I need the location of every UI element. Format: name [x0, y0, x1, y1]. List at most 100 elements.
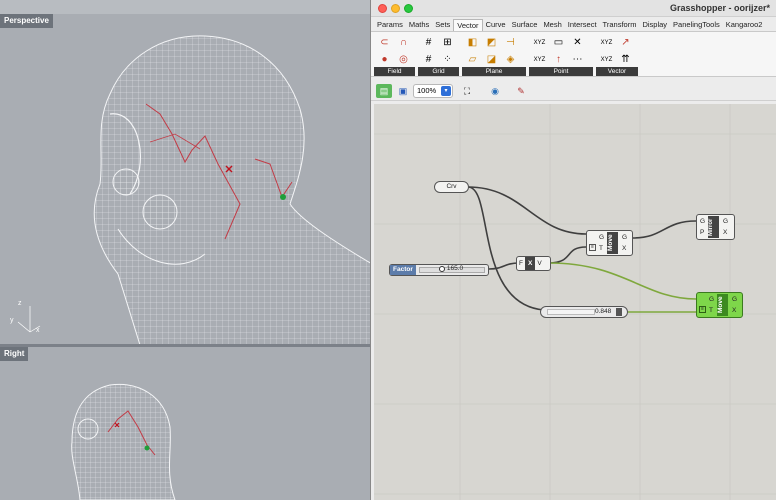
plane-offset-icon[interactable]: ◪	[483, 52, 500, 67]
zoom-value: 100%	[417, 86, 437, 95]
maximize-window-button[interactable]	[404, 4, 413, 13]
move1-title: Move	[607, 232, 618, 254]
mirror-input-p[interactable]: P	[700, 229, 704, 236]
field-point-icon[interactable]: ●	[376, 52, 393, 67]
viewport-title-perspective[interactable]: Perspective	[0, 14, 53, 28]
canvas-toolbar: ▤ ▣ 100% ▾ ⛶ ◉ ✎	[371, 81, 776, 101]
tab-mesh[interactable]: Mesh	[540, 19, 564, 31]
perspective-mesh-drawing: z y x	[10, 35, 372, 345]
move2-output-g[interactable]: G	[732, 296, 737, 303]
vector-2pt-icon[interactable]: ↗	[617, 35, 634, 50]
crv-param[interactable]: Crv	[434, 181, 469, 193]
mirror-component[interactable]: G P Mirror G X	[696, 214, 735, 240]
tab-curve[interactable]: Curve	[483, 19, 509, 31]
component-tab-bar: Params Maths Sets Vector Curve Surface M…	[371, 17, 776, 31]
tab-surface[interactable]: Surface	[509, 19, 541, 31]
point-distance-icon[interactable]: ✕	[569, 35, 586, 50]
grid-populate-icon[interactable]: ⁘	[439, 52, 456, 67]
viewport-right[interactable]	[0, 347, 372, 500]
tab-kangaroo2[interactable]: Kangaroo2	[723, 19, 766, 31]
ribbon-panel-field: ⊂ ∩ ● ◎ Field	[374, 34, 415, 76]
slider-track-2[interactable]	[547, 309, 595, 315]
preview-eye-icon[interactable]: ◉	[487, 84, 503, 98]
slider-knob-icon[interactable]	[438, 266, 445, 272]
window-title: Grasshopper - oorijzer*	[669, 3, 770, 13]
vector-xyz-icon[interactable]: XYZ	[598, 35, 615, 50]
field-spin-icon[interactable]: ◎	[395, 52, 412, 67]
tab-display[interactable]: Display	[639, 19, 670, 31]
number-slider-2[interactable]: 0.848	[540, 306, 628, 318]
move1-output-x[interactable]: X	[622, 245, 626, 252]
sketch-pen-icon[interactable]: ✎	[513, 84, 529, 98]
plane-xy-icon[interactable]: ▱	[464, 52, 481, 67]
plane-align-icon[interactable]: ◩	[483, 35, 500, 50]
zoom-select[interactable]: 100% ▾	[413, 84, 453, 98]
grasshopper-window: Grasshopper - oorijzer* Params Maths Set…	[370, 0, 776, 500]
mirror-output-g[interactable]: G	[723, 218, 728, 225]
point-cull-icon[interactable]: XYZ	[531, 52, 548, 67]
grasshopper-canvas[interactable]: Crv Factor 165.0 F X V G T Move G X ≡ G …	[374, 104, 776, 500]
axis-label-y: y	[10, 317, 14, 324]
viewport-title-right[interactable]: Right	[0, 347, 29, 361]
grid-hex-icon[interactable]: ⊞	[439, 35, 456, 50]
field-magnet-icon[interactable]: ⊂	[376, 35, 393, 50]
ribbon-panel-label: Plane	[462, 67, 526, 76]
move1-input-g[interactable]: G	[599, 234, 604, 241]
viewport-perspective[interactable]: z y x	[0, 14, 372, 345]
vector-amplitude-icon[interactable]: ⇈	[617, 52, 634, 67]
open-file-icon[interactable]: ▤	[376, 84, 392, 98]
tab-params[interactable]: Params	[374, 19, 406, 31]
slider-knob-icon[interactable]	[616, 308, 622, 316]
chevron-down-icon: ▾	[441, 86, 451, 96]
mirror-input-g[interactable]: G	[700, 218, 705, 225]
multiply-input-f[interactable]: F	[517, 260, 525, 267]
ribbon-panel-label: Vector	[596, 67, 638, 76]
multiply-title: X	[524, 257, 536, 270]
multiply-component[interactable]: F X V	[516, 256, 551, 271]
plane-origin-icon[interactable]: ◧	[464, 35, 481, 50]
minimize-window-button[interactable]	[391, 4, 400, 13]
axis-label-z: z	[18, 300, 22, 307]
close-window-button[interactable]	[378, 4, 387, 13]
move2-input-t[interactable]: T	[709, 307, 713, 314]
plane-normal-icon[interactable]: ⊣	[502, 35, 519, 50]
tab-transform[interactable]: Transform	[600, 19, 640, 31]
move2-input-g[interactable]: G	[709, 296, 714, 303]
slider-track[interactable]: 165.0	[418, 265, 485, 273]
tab-panelingtools[interactable]: PanelingTools	[670, 19, 723, 31]
vector-decompose-icon[interactable]: XYZ	[598, 52, 615, 67]
grid-rect-icon[interactable]: #	[420, 52, 437, 67]
point-decompose-icon[interactable]: XYZ	[531, 35, 548, 50]
graft-icon: ≡	[699, 306, 706, 313]
plane-rotate-icon[interactable]: ◈	[502, 52, 519, 67]
tab-maths[interactable]: Maths	[406, 19, 432, 31]
multiply-output-v[interactable]: V	[535, 260, 543, 267]
crv-label: Crv	[446, 183, 457, 190]
move-component-2[interactable]: G T Move G X ≡	[696, 292, 743, 318]
factor-label: Factor	[390, 265, 416, 275]
point-project-icon[interactable]: ↑	[550, 52, 567, 67]
move-component-1[interactable]: G T Move G X ≡	[586, 230, 633, 256]
ribbon-panel-label: Field	[374, 67, 415, 76]
move1-output-g[interactable]: G	[622, 234, 627, 241]
move2-output-x[interactable]: X	[732, 307, 736, 314]
tab-intersect[interactable]: Intersect	[565, 19, 600, 31]
zoom-extents-icon[interactable]: ⛶	[459, 84, 475, 98]
ribbon-panel-vector: XYZ ↗ XYZ ⇈ Vector	[596, 34, 638, 76]
grid-square-icon[interactable]: #	[420, 35, 437, 50]
mirror-output-x[interactable]: X	[723, 229, 727, 236]
field-line-icon[interactable]: ∩	[395, 35, 412, 50]
title-bar[interactable]: Grasshopper - oorijzer*	[371, 0, 776, 17]
save-file-icon[interactable]: ▣	[395, 84, 411, 98]
factor-slider[interactable]: Factor 165.0	[389, 264, 489, 276]
ribbon-panel-point: XYZ ▭ ✕ XYZ ↑ ⋯ Point	[529, 34, 593, 76]
move1-input-t[interactable]: T	[599, 245, 603, 252]
ribbon-panel-grid: # ⊞ # ⁘ Grid	[418, 34, 459, 76]
graft-icon: ≡	[589, 244, 596, 251]
tab-sets[interactable]: Sets	[432, 19, 453, 31]
tab-vector[interactable]: Vector	[453, 19, 483, 31]
point-construct-icon[interactable]: ▭	[550, 35, 567, 50]
mirror-title: Mirror	[708, 216, 719, 238]
ribbon-panel-label: Point	[529, 67, 593, 76]
point-sort-icon[interactable]: ⋯	[569, 52, 586, 67]
